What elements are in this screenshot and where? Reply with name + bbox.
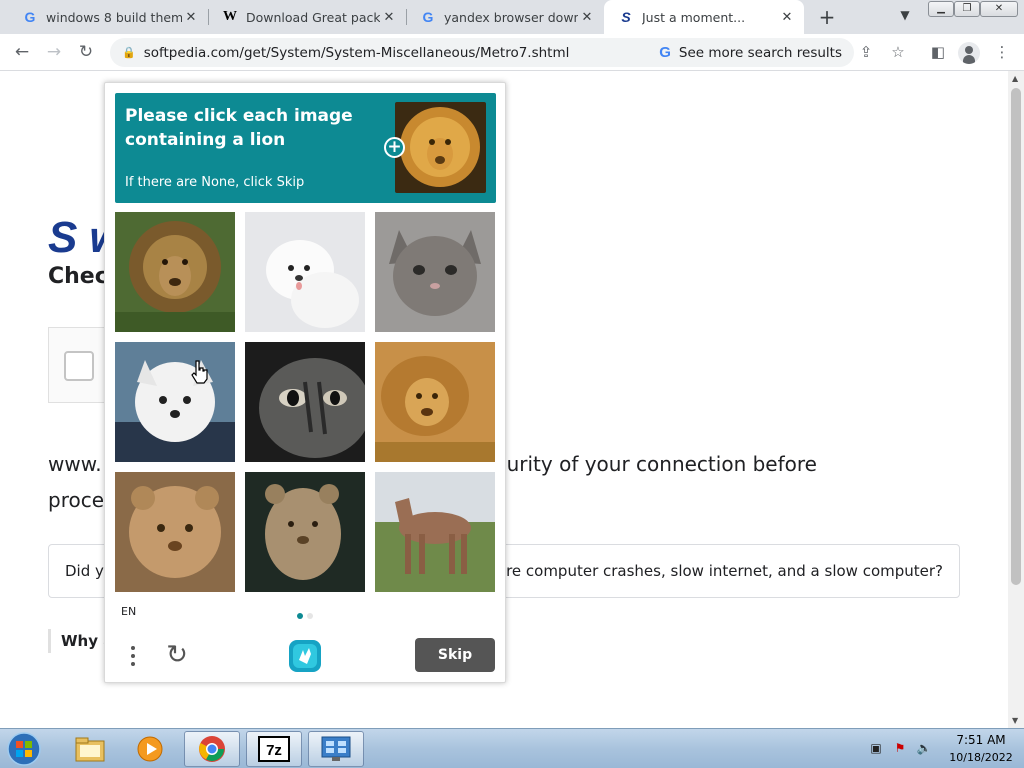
- volume-icon[interactable]: 🔈: [916, 741, 932, 757]
- captcha-tile-1[interactable]: [115, 212, 235, 332]
- skip-button[interactable]: Skip: [415, 638, 495, 672]
- scroll-down-icon[interactable]: ▼: [1012, 716, 1018, 725]
- url-text: softpedia.com/get/System/System-Miscella…: [143, 44, 570, 61]
- restore-button[interactable]: ❐: [954, 1, 980, 17]
- google-icon: G: [24, 9, 36, 25]
- google-icon: G: [422, 9, 434, 25]
- captcha-tile-8[interactable]: [245, 472, 365, 592]
- captcha-prompt: Please click each image containing a lio…: [115, 93, 496, 203]
- minimize-button[interactable]: ▁: [928, 1, 954, 17]
- tab-title: Just a moment...: [642, 9, 746, 25]
- close-window-button[interactable]: ✕: [980, 1, 1018, 17]
- system-tray: ▣ ⚑ 🔈 7:51 AM 10/18/2022: [860, 729, 1024, 768]
- refresh-icon[interactable]: ↻: [163, 642, 191, 670]
- tab-strip: G windows 8 build theme - ✕ W Download G…: [0, 0, 1024, 34]
- close-icon[interactable]: ✕: [778, 10, 796, 25]
- control-panel-icon[interactable]: [308, 731, 364, 767]
- captcha-tile-4[interactable]: [115, 342, 235, 462]
- hcaptcha-logo-icon: [287, 638, 323, 674]
- google-icon: G: [659, 44, 671, 61]
- windows-taskbar: 7z ▣ ⚑ 🔈 7:51 AM 10/18/2022: [0, 728, 1024, 768]
- bookmark-star-icon[interactable]: ☆: [886, 40, 910, 64]
- 7zip-icon[interactable]: 7z: [246, 731, 302, 767]
- body-text-left: www.: [48, 452, 102, 476]
- example-image-lion: [395, 102, 486, 193]
- page-dot-active: [297, 613, 303, 619]
- page-scrollbar[interactable]: ▲ ▼: [1008, 71, 1024, 728]
- page-dot: [307, 613, 313, 619]
- back-arrow-icon[interactable]: ←: [10, 40, 34, 64]
- share-icon[interactable]: ⇪: [854, 40, 878, 64]
- close-icon[interactable]: ✕: [380, 10, 398, 25]
- svg-text:7z: 7z: [266, 742, 282, 759]
- tab-2[interactable]: W Download Great pack of ✕: [208, 0, 406, 34]
- captcha-dialog: Please click each image containing a lio…: [104, 82, 506, 683]
- captcha-tile-6[interactable]: [375, 342, 495, 462]
- captcha-title: Please click each image containing a lio…: [125, 106, 353, 150]
- ad-text-right: re computer crashes, slow internet, and …: [506, 562, 943, 580]
- network-icon[interactable]: ▣: [868, 741, 884, 757]
- action-center-warning-icon[interactable]: ⚑: [892, 741, 908, 757]
- search-results-label: See more search results: [678, 44, 842, 61]
- explorer-icon[interactable]: [62, 731, 118, 767]
- captcha-tile-7[interactable]: [115, 472, 235, 592]
- verify-checkbox[interactable]: [64, 351, 94, 381]
- address-bar[interactable]: 🔒 softpedia.com/get/System/System-Miscel…: [110, 38, 854, 67]
- captcha-tile-9[interactable]: [375, 472, 495, 592]
- browser-toolbar: ← → ↻ 🔒 softpedia.com/get/System/System-…: [0, 34, 1024, 71]
- softpedia-icon: S: [621, 9, 631, 25]
- menu-kebab-icon[interactable]: ⋮: [990, 40, 1014, 64]
- w-icon: W: [223, 9, 237, 24]
- captcha-tile-5[interactable]: [245, 342, 365, 462]
- tab-title: windows 8 build theme -: [46, 9, 182, 25]
- search-results-chip[interactable]: G See more search results: [659, 38, 842, 67]
- captcha-subtitle: If there are None, click Skip: [125, 175, 305, 190]
- new-tab-button[interactable]: +: [816, 5, 838, 29]
- side-panel-icon[interactable]: ◧: [926, 40, 950, 64]
- forward-arrow-icon[interactable]: →: [42, 40, 66, 64]
- body-text-right: urity of your connection before: [506, 452, 817, 476]
- close-icon[interactable]: ✕: [578, 10, 596, 25]
- captcha-tile-3[interactable]: [375, 212, 495, 332]
- ad-text-left: Did y: [65, 562, 104, 580]
- tab-3[interactable]: G yandex browser downloa ✕: [406, 0, 604, 34]
- captcha-menu-icon[interactable]: [123, 643, 143, 669]
- body-text-left-2: proce: [48, 488, 105, 512]
- tab-title: yandex browser downloa: [444, 9, 578, 25]
- start-orb-icon[interactable]: [4, 731, 44, 767]
- tab-4-active[interactable]: S Just a moment... ✕: [604, 0, 804, 34]
- tab-search-chevron-icon[interactable]: ▼: [896, 8, 914, 26]
- captcha-tile-2[interactable]: [245, 212, 365, 332]
- scroll-thumb[interactable]: [1011, 88, 1021, 585]
- language-selector[interactable]: EN: [121, 605, 136, 618]
- chrome-icon[interactable]: [184, 731, 240, 767]
- tab-1[interactable]: G windows 8 build theme - ✕: [8, 0, 208, 34]
- clock-date[interactable]: 10/18/2022: [940, 751, 1022, 764]
- tab-title: Download Great pack of: [246, 9, 380, 25]
- reload-icon[interactable]: ↻: [74, 40, 98, 64]
- hand-cursor-icon: [190, 360, 210, 384]
- plus-icon[interactable]: +: [384, 137, 405, 158]
- lock-icon: 🔒: [122, 46, 136, 59]
- clock-time[interactable]: 7:51 AM: [950, 733, 1012, 747]
- media-player-icon[interactable]: [122, 731, 178, 767]
- profile-avatar-icon[interactable]: [958, 42, 980, 64]
- scroll-up-icon[interactable]: ▲: [1012, 74, 1018, 83]
- close-icon[interactable]: ✕: [182, 10, 200, 25]
